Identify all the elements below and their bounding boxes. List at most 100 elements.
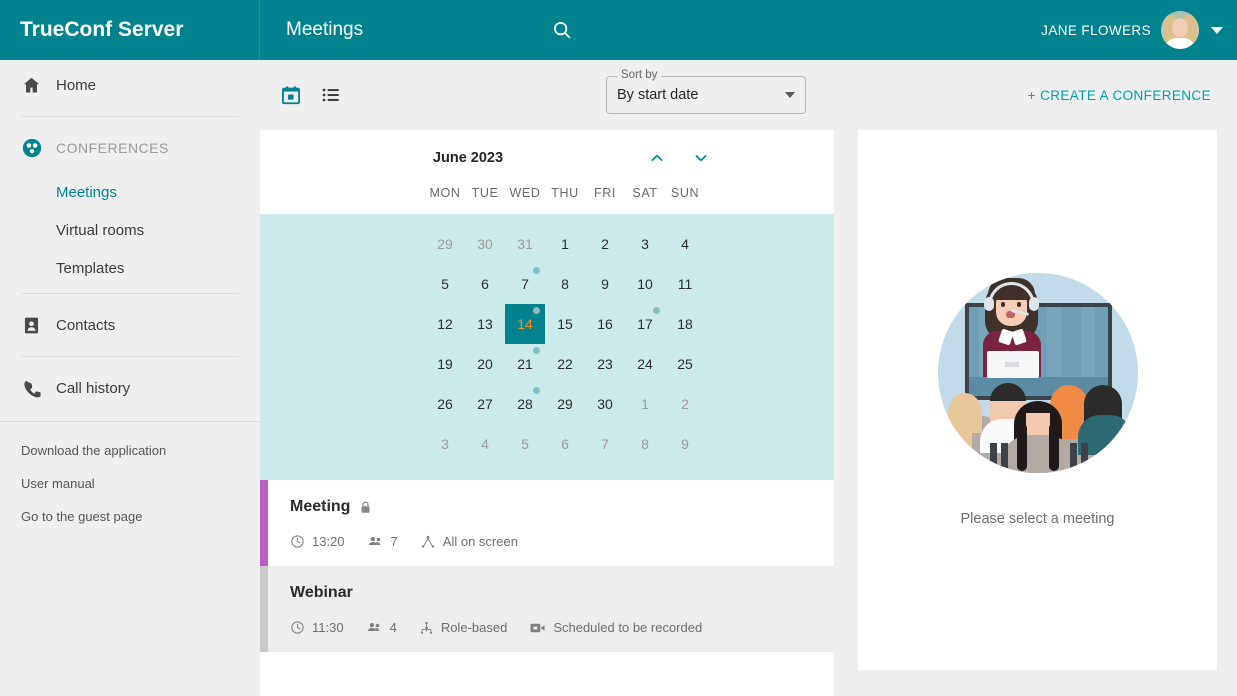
calendar-day[interactable]: 13 (465, 304, 505, 344)
calendar-day[interactable]: 12 (425, 304, 465, 344)
sidebar-link-user-manual[interactable]: User manual (0, 467, 260, 500)
detail-pane: Please select a meeting (858, 130, 1217, 670)
calendar-day[interactable]: 21 (505, 344, 545, 384)
calendar-day[interactable]: 15 (545, 304, 585, 344)
calendar-day-number: 8 (641, 436, 649, 452)
calendar-day[interactable]: 23 (585, 344, 625, 384)
calendar-day-number: 1 (561, 236, 569, 252)
calendar-day-number: 16 (597, 316, 613, 332)
calendar-day[interactable]: 29 (425, 224, 465, 264)
main-content: Sort by By start date + CREATE A CONFERE… (260, 60, 1237, 696)
sidebar-item-label: Templates (56, 259, 125, 277)
calendar-day[interactable]: 29 (545, 384, 585, 424)
calendar-day[interactable]: 28 (505, 384, 545, 424)
calendar-day[interactable]: 27 (465, 384, 505, 424)
meeting-card-empty[interactable] (260, 652, 834, 696)
meeting-participants-group: 7 (367, 533, 398, 550)
sidebar-divider-4 (0, 421, 260, 422)
calendar-day[interactable]: 2 (585, 224, 625, 264)
user-name: JANE FLOWERS (1041, 22, 1151, 38)
event-dot-icon (533, 267, 540, 274)
chevron-down-icon[interactable] (1211, 26, 1223, 34)
sidebar-item-meetings[interactable]: Meetings (0, 173, 260, 211)
calendar-day-number: 10 (637, 276, 653, 292)
calendar-day[interactable]: 19 (425, 344, 465, 384)
calendar-day[interactable]: 11 (665, 264, 705, 304)
meeting-meta: 11:30 4 Role-based Scheduled to be recorded (290, 619, 717, 636)
calendar-day[interactable]: 24 (625, 344, 665, 384)
sidebar-item-templates[interactable]: Templates (0, 249, 260, 287)
calendar-day[interactable]: 30 (585, 384, 625, 424)
calendar-day[interactable]: 18 (665, 304, 705, 344)
meeting-participants: 7 (390, 534, 398, 549)
calendar-day[interactable]: 26 (425, 384, 465, 424)
calendar-day[interactable]: 5 (425, 264, 465, 304)
meeting-list: Meeting 13:20 7 All on screen Webinar 11:30 4 R… (260, 480, 834, 652)
calendar-day[interactable]: 6 (545, 424, 585, 464)
sidebar-item-virtual-rooms[interactable]: Virtual rooms (0, 211, 260, 249)
meeting-card[interactable]: Meeting 13:20 7 All on screen (260, 480, 834, 566)
calendar-day[interactable]: 6 (465, 264, 505, 304)
sort-by-label: Sort by (617, 69, 662, 81)
chevron-down-icon[interactable] (690, 147, 712, 169)
sidebar-item-label: Call history (56, 379, 131, 397)
meeting-title-text: Meeting (290, 498, 351, 515)
calendar-day[interactable]: 25 (665, 344, 705, 384)
meeting-card-stripe (260, 480, 268, 566)
view-toggle-group (268, 82, 344, 108)
calendar-day[interactable]: 3 (425, 424, 465, 464)
sidebar-item-home[interactable]: Home (0, 60, 260, 110)
create-conference-button[interactable]: + CREATE A CONFERENCE (1028, 88, 1211, 103)
calendar-day[interactable]: 30 (465, 224, 505, 264)
search-icon[interactable] (549, 17, 575, 43)
sidebar-link-guest-page[interactable]: Go to the guest page (0, 500, 260, 533)
calendar-day-number: 27 (477, 396, 493, 412)
calendar-day[interactable]: 2 (665, 384, 705, 424)
calendar-day[interactable]: 9 (665, 424, 705, 464)
calendar-day[interactable]: 14 (505, 304, 545, 344)
user-menu[interactable]: JANE FLOWERS (1041, 11, 1237, 49)
calendar-day[interactable]: 8 (545, 264, 585, 304)
calendar-day-number: 24 (637, 356, 653, 372)
calendar-day[interactable]: 5 (505, 424, 545, 464)
sidebar-item-conferences[interactable]: CONFERENCES (0, 123, 260, 173)
calendar-day[interactable]: 4 (465, 424, 505, 464)
people-icon (367, 533, 384, 550)
meeting-recording: Scheduled to be recorded (553, 620, 703, 635)
sidebar-item-contacts[interactable]: Contacts (0, 300, 260, 350)
calendar-day[interactable]: 10 (625, 264, 665, 304)
calendar-day[interactable]: 8 (625, 424, 665, 464)
calendar-day[interactable]: 9 (585, 264, 625, 304)
calendar-day[interactable]: 7 (505, 264, 545, 304)
calendar-day[interactable]: 31 (505, 224, 545, 264)
meeting-mode-group: All on screen (420, 534, 518, 550)
list-view-icon[interactable] (318, 82, 344, 108)
phone-icon (21, 378, 51, 399)
calendar-day[interactable]: 1 (545, 224, 585, 264)
top-bar: TrueConf Server Meetings JANE FLOWERS (0, 0, 1237, 60)
contacts-icon (21, 315, 51, 336)
chevron-up-icon[interactable] (646, 147, 668, 169)
sidebar-link-download-application[interactable]: Download the application (0, 434, 260, 467)
calendar-day[interactable]: 22 (545, 344, 585, 384)
app-brand[interactable]: TrueConf Server (0, 0, 260, 60)
sort-by-value: By start date (617, 87, 699, 103)
day-name: WED (509, 186, 541, 200)
calendar-day[interactable]: 17 (625, 304, 665, 344)
calendar-day[interactable]: 16 (585, 304, 625, 344)
calendar-day[interactable]: 20 (465, 344, 505, 384)
meeting-card[interactable]: Webinar 11:30 4 Role-based Scheduled to be r… (260, 566, 834, 652)
sort-by-select[interactable]: Sort by By start date (606, 69, 806, 114)
calendar-day[interactable]: 1 (625, 384, 665, 424)
left-pane: June 2023 MON TUE WED THU FRI SAT SUN 29… (260, 130, 834, 696)
calendar-view-icon[interactable] (278, 82, 304, 108)
sidebar-item-call-history[interactable]: Call history (0, 363, 260, 413)
all-on-screen-icon (420, 534, 436, 550)
calendar-day[interactable]: 4 (665, 224, 705, 264)
calendar-day[interactable]: 7 (585, 424, 625, 464)
calendar-day-number: 25 (677, 356, 693, 372)
calendar-day[interactable]: 3 (625, 224, 665, 264)
dropdown-arrow-icon[interactable] (785, 92, 795, 98)
calendar-day-number: 21 (517, 356, 533, 372)
meeting-mode-group: Role-based (419, 620, 507, 636)
